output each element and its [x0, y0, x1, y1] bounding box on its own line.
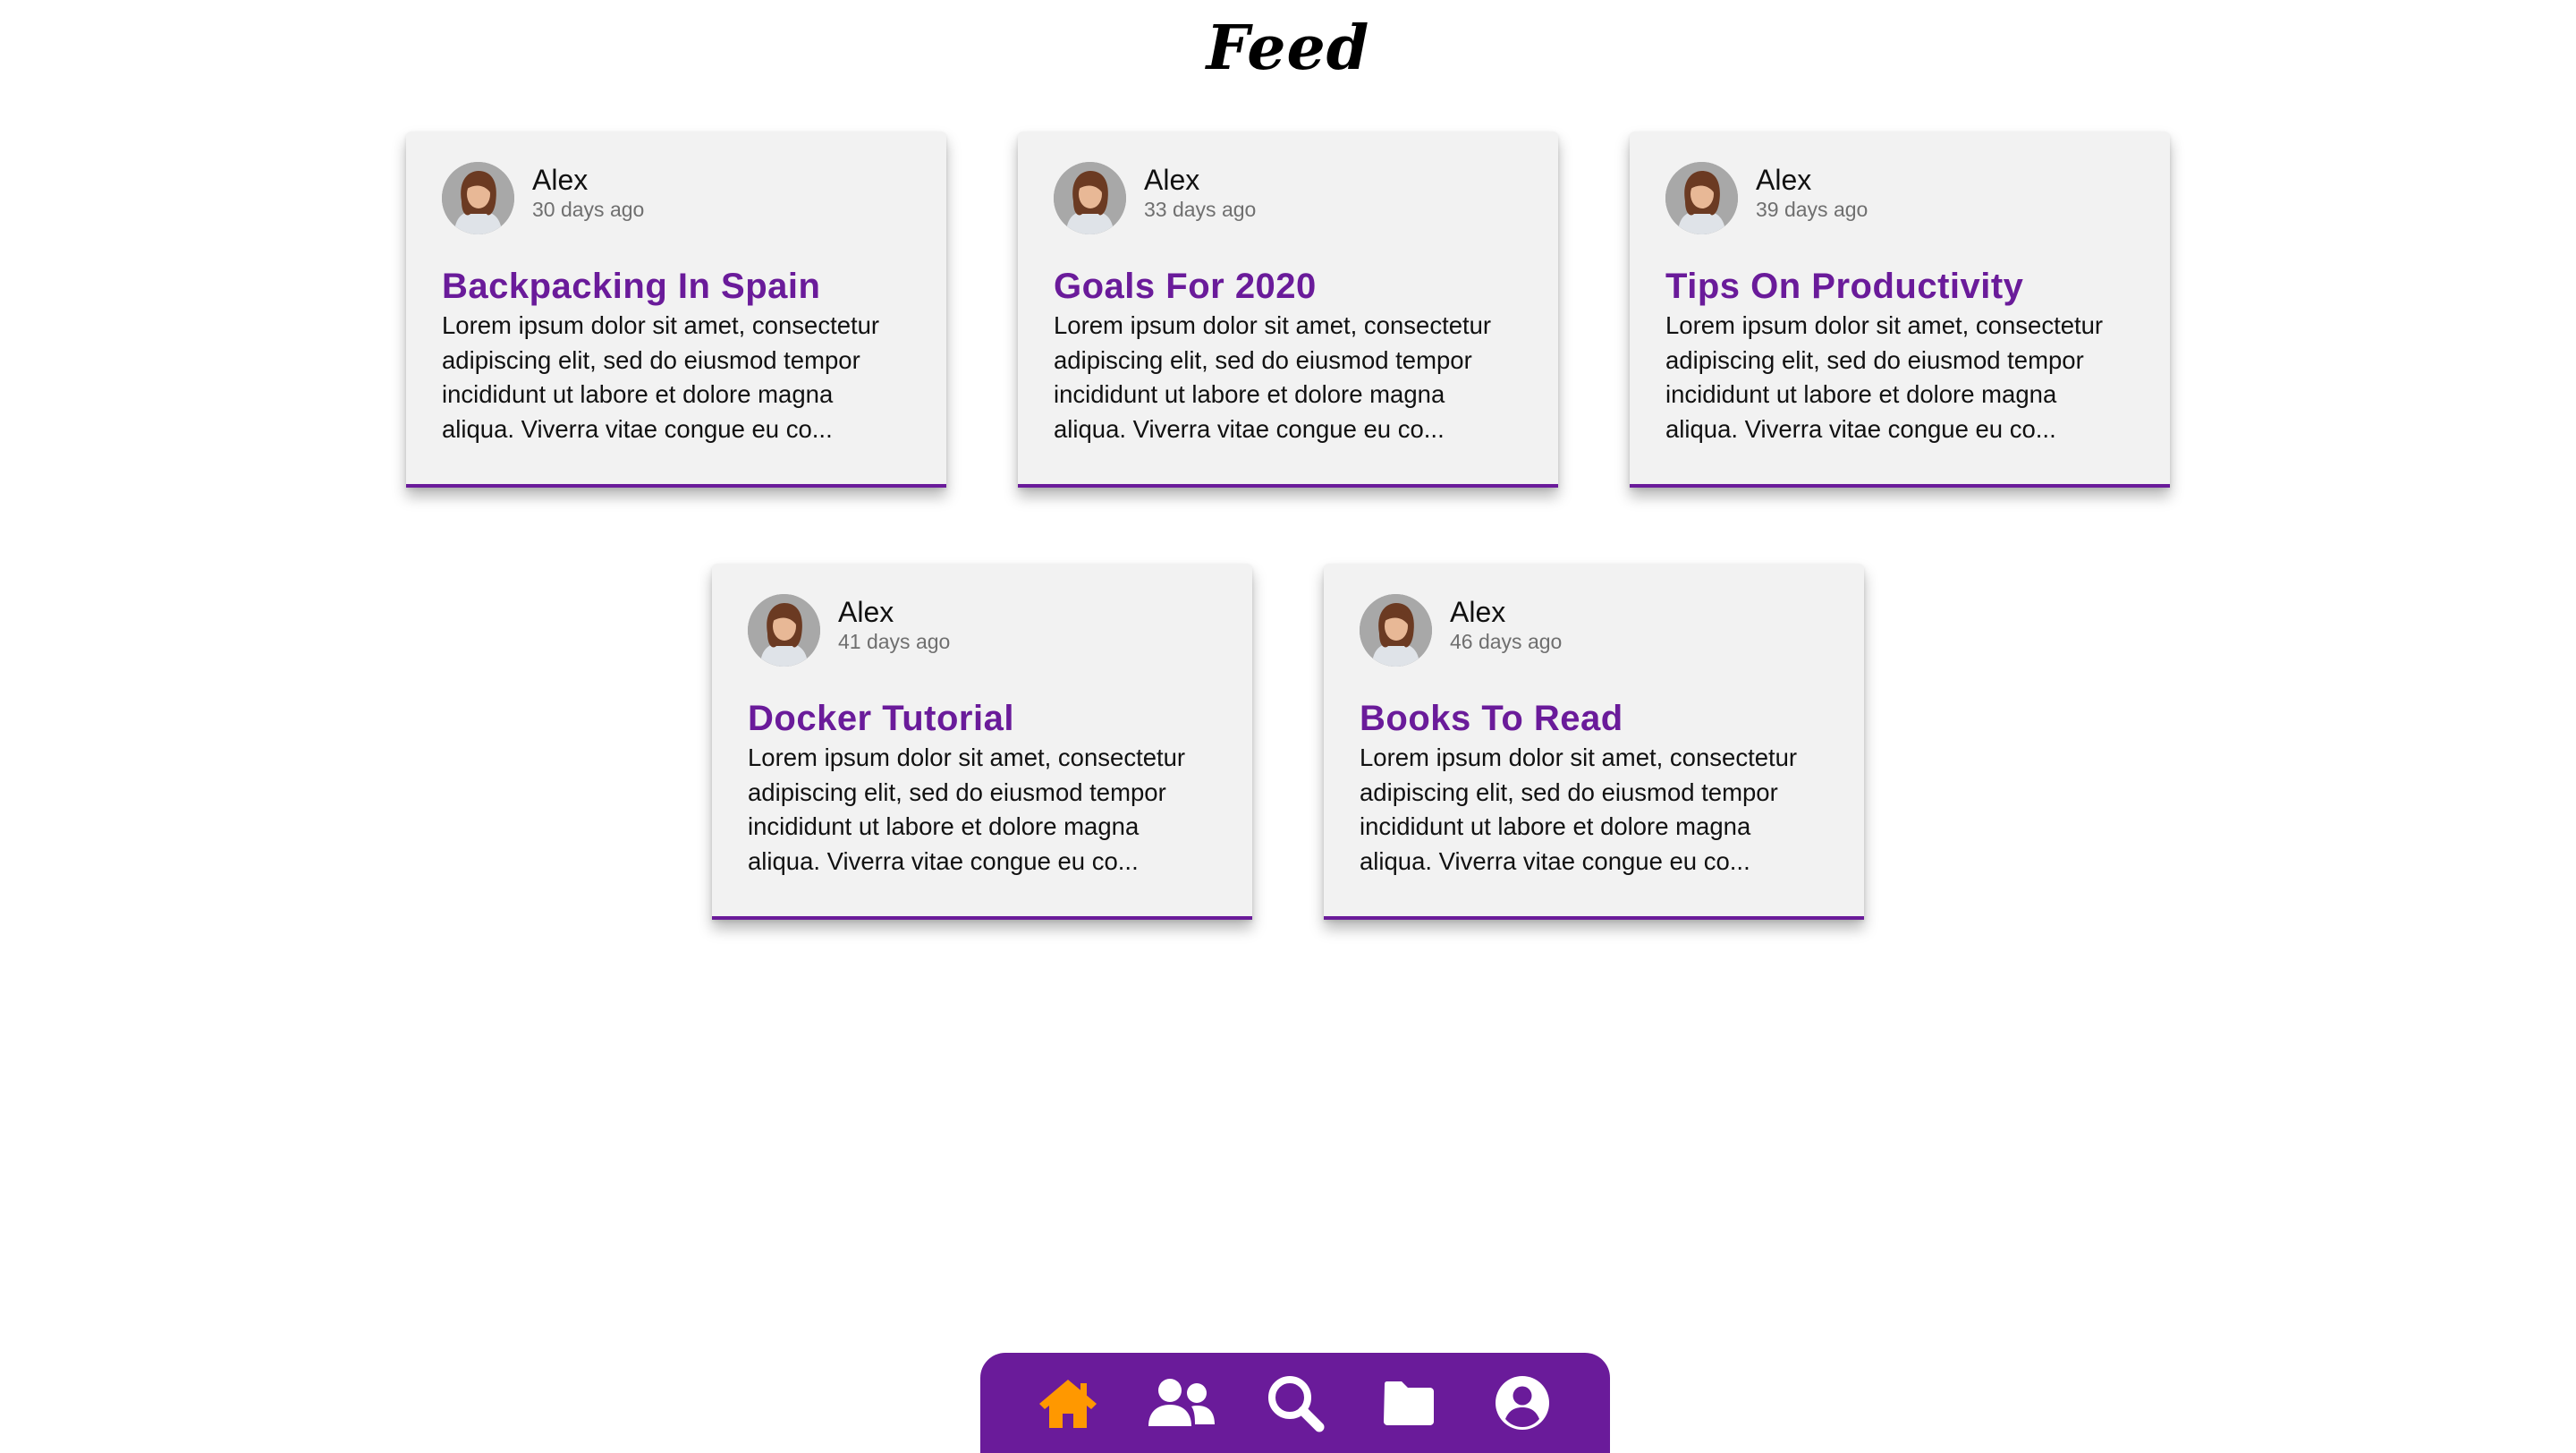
author-name[interactable]: Alex — [1144, 163, 1256, 197]
author-name[interactable]: Alex — [838, 595, 950, 629]
post-time: 30 days ago — [532, 198, 645, 221]
post-card[interactable]: Alex 41 days ago Docker Tutorial Lorem i… — [712, 564, 1252, 920]
post-title[interactable]: Goals For 2020 — [1054, 266, 1522, 307]
post-header: Alex 46 days ago — [1360, 592, 1828, 667]
post-card[interactable]: Alex 33 days ago Goals For 2020 Lorem ip… — [1018, 132, 1558, 488]
post-time: 41 days ago — [838, 630, 951, 653]
feed-page: Feed Alex 30 days ago Backpacking In Spa… — [0, 0, 2576, 1453]
avatar[interactable] — [1054, 161, 1126, 234]
nav-files-button[interactable] — [1368, 1363, 1449, 1443]
post-meta: Alex 30 days ago — [532, 163, 644, 222]
post-meta: Alex 46 days ago — [1450, 595, 1562, 654]
avatar[interactable] — [442, 161, 514, 234]
post-meta: Alex 39 days ago — [1756, 163, 1868, 222]
post-header: Alex 41 days ago — [748, 592, 1216, 667]
home-icon — [1038, 1380, 1097, 1428]
post-title[interactable]: Tips On Productivity — [1665, 266, 2134, 307]
post-title[interactable]: Backpacking In Spain — [442, 266, 911, 307]
post-row: Alex 30 days ago Backpacking In Spain Lo… — [0, 132, 2576, 488]
nav-search-button[interactable] — [1255, 1363, 1335, 1443]
post-excerpt: Lorem ipsum dolor sit amet, consectetur … — [748, 743, 1186, 875]
post-header: Alex 30 days ago — [442, 160, 911, 235]
avatar[interactable] — [1360, 593, 1432, 667]
post-time: 33 days ago — [1144, 198, 1257, 221]
post-meta: Alex 41 days ago — [838, 595, 950, 654]
post-excerpt: Lorem ipsum dolor sit amet, consectetur … — [1360, 743, 1798, 875]
post-time: 46 days ago — [1450, 630, 1563, 653]
post-excerpt: Lorem ipsum dolor sit amet, consectetur … — [1665, 311, 2104, 443]
nav-home-button[interactable] — [1028, 1363, 1108, 1443]
author-name[interactable]: Alex — [1756, 163, 1868, 197]
nav-profile-button[interactable] — [1482, 1363, 1563, 1443]
avatar[interactable] — [1665, 161, 1738, 234]
folder-icon — [1384, 1381, 1435, 1425]
post-card[interactable]: Alex 46 days ago Books To Read Lorem ips… — [1324, 564, 1864, 920]
author-name[interactable]: Alex — [1450, 595, 1562, 629]
page-title: Feed — [1206, 13, 1370, 84]
search-icon — [1267, 1376, 1325, 1432]
post-title[interactable]: Docker Tutorial — [748, 698, 1216, 739]
avatar[interactable] — [748, 593, 820, 667]
user-circle-icon — [1496, 1376, 1550, 1430]
post-header: Alex 39 days ago — [1665, 160, 2134, 235]
post-excerpt: Lorem ipsum dolor sit amet, consectetur … — [442, 311, 880, 443]
post-excerpt: Lorem ipsum dolor sit amet, consectetur … — [1054, 311, 1492, 443]
users-icon — [1148, 1379, 1215, 1426]
post-time: 39 days ago — [1756, 198, 1868, 221]
post-header: Alex 33 days ago — [1054, 160, 1522, 235]
post-row: Alex 41 days ago Docker Tutorial Lorem i… — [0, 564, 2576, 920]
post-card[interactable]: Alex 30 days ago Backpacking In Spain Lo… — [406, 132, 946, 488]
bottom-nav — [980, 1353, 1610, 1453]
author-name[interactable]: Alex — [532, 163, 644, 197]
post-meta: Alex 33 days ago — [1144, 163, 1256, 222]
post-title[interactable]: Books To Read — [1360, 698, 1828, 739]
nav-friends-button[interactable] — [1141, 1363, 1222, 1443]
post-card[interactable]: Alex 39 days ago Tips On Productivity Lo… — [1630, 132, 2170, 488]
